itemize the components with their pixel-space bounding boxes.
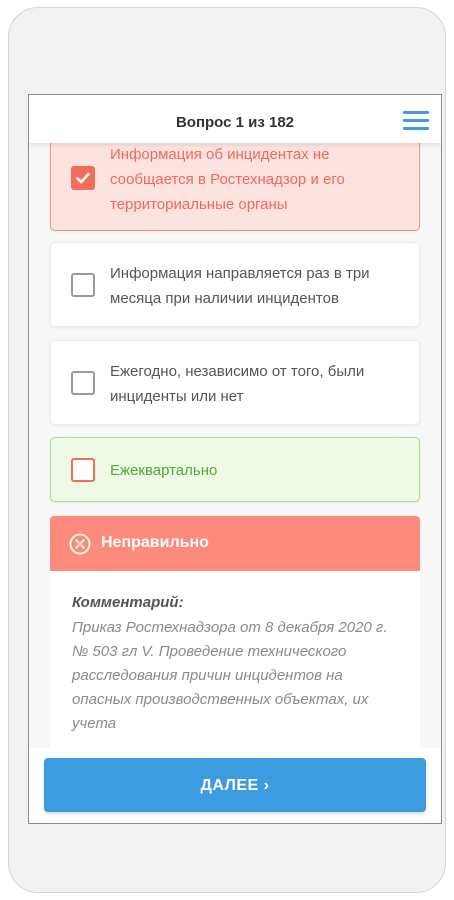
result-title: Неправильно — [101, 534, 209, 551]
checkmark-icon — [76, 172, 90, 184]
comment-label: Комментарий: — [72, 594, 184, 611]
checkbox-checked[interactable] — [71, 166, 95, 190]
device-frame: Информация об инцидентах не сообщается в… — [8, 7, 446, 893]
answer-option-text: Информация об инцидентах не сообщается в… — [110, 146, 345, 213]
answer-option-4[interactable]: Ежеквартально — [50, 437, 420, 502]
bottom-bar: ДАЛЕЕ › — [29, 748, 441, 823]
result-banner: Неправильно — [50, 516, 420, 571]
question-content[interactable]: Информация об инцидентах не сообщается в… — [29, 95, 441, 823]
answer-option-2[interactable]: Информация направляется раз в три месяца… — [50, 242, 420, 327]
top-bar: Вопрос 1 из 182 — [29, 95, 441, 143]
hamburger-menu-icon[interactable] — [403, 111, 429, 131]
result-panel: Неправильно Комментарий: Приказ Ростехна… — [50, 516, 420, 756]
answer-option-text: Ежегодно, независимо от того, были инцид… — [110, 363, 365, 405]
next-button-label: ДАЛЕЕ › — [200, 777, 270, 794]
answer-option-text: Ежеквартально — [110, 462, 218, 479]
checkbox-unchecked[interactable] — [71, 458, 95, 482]
close-circle-icon — [69, 533, 91, 555]
answer-option-text: Информация направляется раз в три месяца… — [110, 265, 370, 307]
comment-text: Приказ Ростехнадзора от 8 декабря 2020 г… — [72, 619, 388, 732]
next-button[interactable]: ДАЛЕЕ › — [44, 758, 426, 812]
checkbox-unchecked[interactable] — [71, 273, 95, 297]
app-screen: Информация об инцидентах не сообщается в… — [28, 94, 442, 824]
checkbox-unchecked[interactable] — [71, 371, 95, 395]
question-counter: Вопрос 1 из 182 — [175, 114, 295, 131]
answer-option-3[interactable]: Ежегодно, независимо от того, были инцид… — [50, 340, 420, 425]
